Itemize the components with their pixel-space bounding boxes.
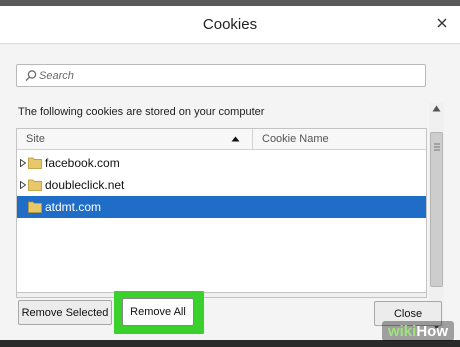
scrollbar-thumb[interactable] bbox=[430, 132, 443, 287]
folder-icon bbox=[28, 157, 42, 169]
scroll-up-arrow-icon[interactable] bbox=[432, 105, 441, 112]
expand-arrow-icon[interactable] bbox=[20, 181, 26, 189]
watermark: wiki How bbox=[381, 321, 454, 341]
grip-icon bbox=[434, 143, 440, 151]
intro-text: The following cookies are stored on your… bbox=[18, 106, 265, 118]
column-header-site-label: Site bbox=[26, 133, 45, 145]
search-input[interactable] bbox=[39, 67, 419, 84]
column-header-cookie-name-label: Cookie Name bbox=[262, 133, 329, 145]
cookies-table: Site Cookie Name facebook.com doubleclic… bbox=[16, 128, 427, 294]
search-box[interactable] bbox=[16, 64, 426, 87]
watermark-how: How bbox=[416, 322, 448, 340]
table-row[interactable]: facebook.com bbox=[17, 152, 426, 174]
column-header-cookie-name[interactable]: Cookie Name bbox=[254, 129, 426, 150]
row-site-label: doubleclick.net bbox=[45, 178, 125, 192]
expand-arrow-icon[interactable] bbox=[20, 159, 26, 167]
vertical-scrollbar[interactable] bbox=[429, 103, 444, 331]
dialog-title: Cookies bbox=[202, 16, 258, 33]
row-site-label: atdmt.com bbox=[45, 200, 102, 214]
cookies-dialog: Cookies The following cookies are stored… bbox=[0, 6, 460, 340]
remove-selected-button[interactable]: Remove Selected bbox=[18, 300, 112, 325]
folder-icon bbox=[28, 201, 42, 213]
background-window-bottom bbox=[0, 340, 460, 347]
remove-all-button[interactable]: Remove All bbox=[122, 298, 194, 326]
row-site-label: facebook.com bbox=[45, 156, 120, 170]
watermark-wiki: wiki bbox=[387, 322, 417, 340]
folder-icon bbox=[28, 179, 42, 191]
close-icon[interactable] bbox=[434, 15, 450, 31]
column-header-site[interactable]: Site bbox=[17, 129, 253, 150]
table-header: Site Cookie Name bbox=[17, 129, 426, 150]
sort-ascending-icon bbox=[231, 136, 240, 142]
screenshot-root: Cookies The following cookies are stored… bbox=[0, 0, 460, 347]
dialog-titlebar: Cookies bbox=[0, 6, 460, 44]
table-row-selected[interactable]: atdmt.com bbox=[17, 196, 426, 218]
search-icon bbox=[25, 70, 37, 82]
table-row[interactable]: doubleclick.net bbox=[17, 174, 426, 196]
dialog-body: The following cookies are stored on your… bbox=[0, 45, 460, 340]
table-bottom-edge bbox=[16, 292, 427, 298]
